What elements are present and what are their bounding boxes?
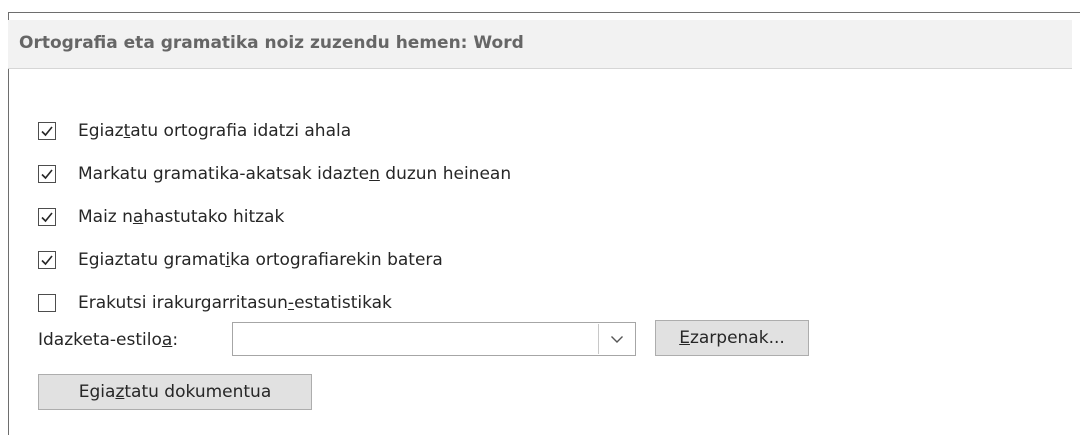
confused-words-checkbox[interactable] [38, 208, 56, 226]
confused-words-label: Maiz nahastutako hitzak [78, 207, 285, 227]
check-spelling-label: Egiaztatu ortografia idatzi ahala [78, 121, 352, 141]
readability-stats-label: Erakutsi irakurgarritasun-estatistikak [78, 293, 392, 313]
settings-button[interactable]: Ezarpenak... [655, 320, 809, 356]
checkmark-icon [41, 126, 53, 137]
check-spelling-checkbox[interactable] [38, 122, 56, 140]
grammar-with-spelling-checkbox[interactable] [38, 251, 56, 269]
section-title: Ortografia eta gramatika noiz zuzendu he… [19, 33, 524, 53]
grammar-with-spelling-label: Egiaztatu gramatika ortografiarekin bate… [78, 250, 443, 270]
option-readability-stats[interactable]: Erakutsi irakurgarritasun-estatistikak [38, 288, 392, 318]
writing-style-dropdown[interactable] [232, 322, 636, 356]
option-grammar-with-spelling[interactable]: Egiaztatu gramatika ortografiarekin bate… [38, 245, 443, 275]
checkmark-icon [41, 212, 53, 223]
option-check-spelling[interactable]: Egiaztatu ortografia idatzi ahala [38, 116, 351, 146]
mark-grammar-checkbox[interactable] [38, 165, 56, 183]
mark-grammar-label: Markatu gramatika-akatsak idazten duzun … [78, 164, 512, 184]
dropdown-arrow-button[interactable] [598, 324, 634, 354]
option-mark-grammar[interactable]: Markatu gramatika-akatsak idazten duzun … [38, 159, 511, 189]
writing-style-label: Idazketa-estiloa: [38, 330, 179, 350]
chevron-down-icon [610, 335, 623, 343]
check-document-button[interactable]: Egia z tatu dokumentua [38, 374, 312, 410]
readability-stats-checkbox[interactable] [38, 294, 56, 312]
checkmark-icon [41, 169, 53, 180]
checkmark-icon [41, 255, 53, 266]
option-confused-words[interactable]: Maiz nahastutako hitzak [38, 202, 284, 232]
section-header: Ortografia eta gramatika noiz zuzendu he… [8, 20, 1072, 69]
